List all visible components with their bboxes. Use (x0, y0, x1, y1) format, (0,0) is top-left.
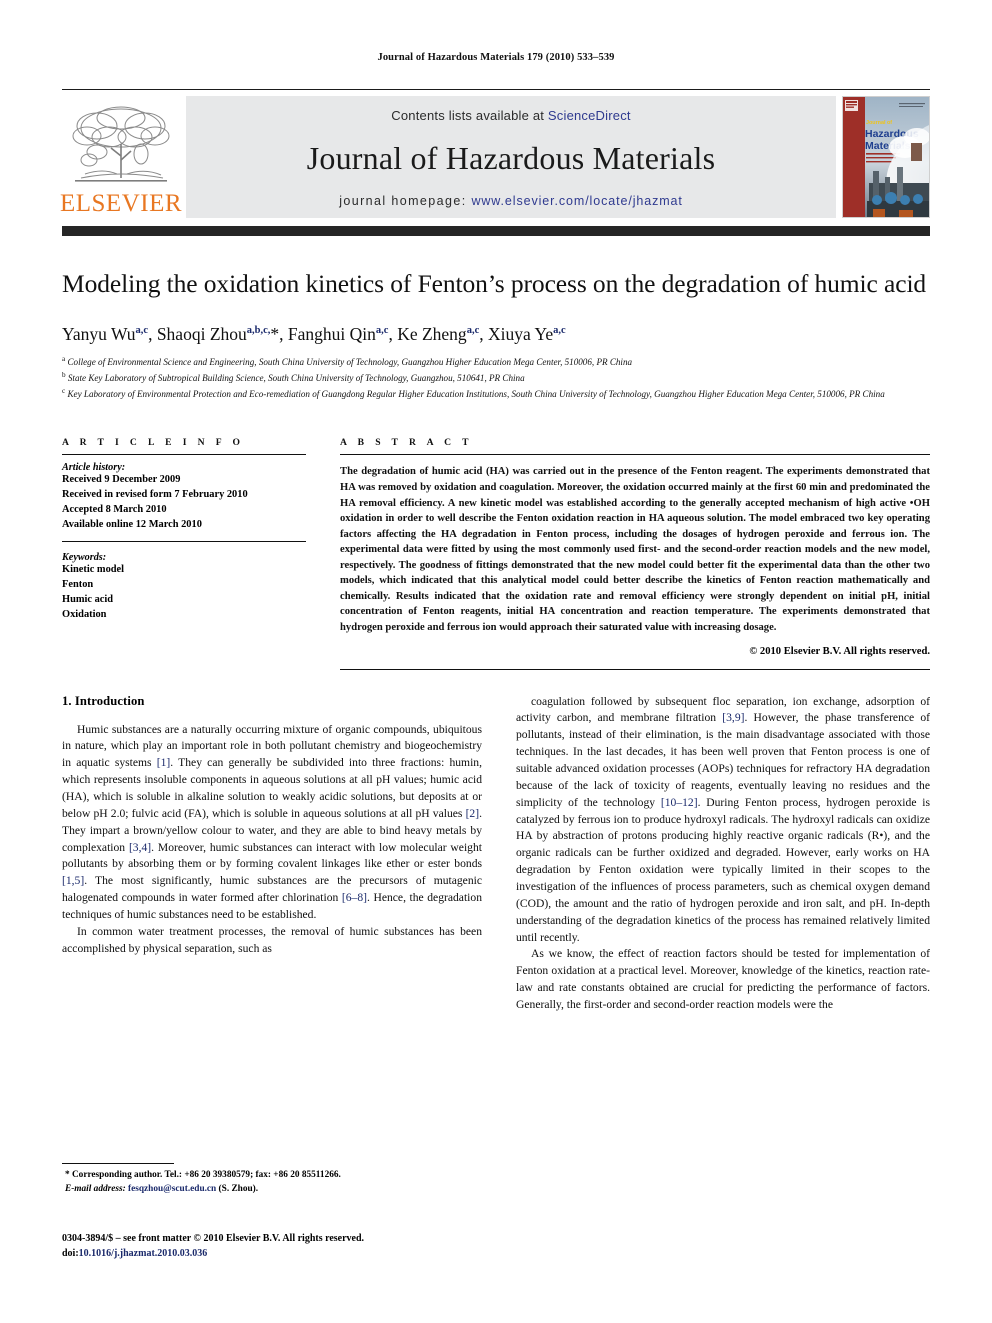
left-paragraphs: Humic substances are a naturally occurri… (62, 722, 482, 958)
homepage-prefix: journal homepage: (339, 194, 472, 208)
affiliation-marker: c (62, 386, 66, 395)
keyword-item: Kinetic model (62, 564, 125, 576)
article-history-line: Received 9 December 2009 (62, 474, 181, 486)
article-info-heading: A R T I C L E I N F O (62, 437, 245, 449)
article-history-lines: Received 9 December 2009 Received in revi… (62, 473, 306, 532)
article-info-rule-top (62, 454, 306, 456)
article-info-column: A R T I C L E I N F O Article history: R… (62, 437, 306, 669)
keywords-block: Keywords: Kinetic model Fenton Humic acid O… (62, 552, 306, 622)
affiliation-line: c Key Laboratory of Environmental Protec… (62, 386, 885, 399)
email-suffix: (S. Zhou). (216, 1184, 259, 1195)
journal-title: Journal of Hazardous Materials (306, 139, 716, 176)
abstract-column: A B S T R A C T The degradation of humic… (340, 437, 930, 670)
keywords-lines: Kinetic model Fenton Humic acid Oxidation (62, 563, 306, 622)
sciencedirect-link[interactable]: ScienceDirect (548, 108, 631, 123)
article-history-label: Article history: (62, 462, 126, 474)
body-paragraph: Humic substances are a naturally occurri… (62, 722, 482, 922)
body-paragraph: In common water treatment processes, the… (62, 924, 482, 955)
keyword-item: Fenton (62, 579, 94, 591)
corresponding-author-asterisk: * (270, 323, 280, 344)
info-abstract-row: A R T I C L E I N F O Article history: R… (62, 437, 930, 670)
body-column-right: coagulation followed by subsequent floc … (516, 694, 930, 1094)
citation-reference[interactable]: [2] (466, 807, 480, 820)
affiliation-marker: a (62, 355, 66, 364)
abstract-rule-bottom (340, 668, 930, 670)
citation-reference[interactable]: [3,4] (129, 841, 151, 854)
author-list: Yanyu Wua,c, Shaoqi Zhoua,b,c,*, Fanghui… (62, 323, 566, 344)
author-name: Shaoqi Zhou (156, 323, 247, 344)
author-affiliation-marker: a,c (375, 324, 389, 336)
affiliation-line: b State Key Laboratory of Subtropical Bu… (62, 371, 525, 384)
corresponding-author-text: * Corresponding author. Tel.: +86 20 393… (65, 1170, 341, 1180)
abstract-heading: A B S T R A C T (340, 437, 473, 449)
keyword-item: Oxidation (62, 608, 107, 620)
author-name: Fanghui Qin (287, 323, 376, 344)
article-history-line: Received in revised form 7 February 2010 (62, 489, 248, 501)
contents-available-line: Contents lists available at ScienceDirec… (391, 108, 630, 123)
article-history-line: Accepted 8 March 2010 (62, 503, 167, 515)
email-link[interactable]: fesqzhou@scut.edu.cn (128, 1184, 216, 1194)
imprint-line: 0304-3894/$ – see front matter © 2010 El… (62, 1233, 365, 1244)
affiliation-marker: b (62, 371, 66, 380)
affiliation-list: a College of Environmental Science and E… (62, 354, 930, 401)
corresponding-author-note: * Corresponding author. Tel.: +86 20 393… (62, 1168, 482, 1182)
svg-text:Journal of: Journal of (866, 120, 892, 126)
contents-prefix: Contents lists available at (391, 108, 548, 123)
body-paragraph: coagulation followed by subsequent floc … (516, 694, 930, 944)
abstract-text: The degradation of humic acid (HA) was c… (340, 466, 930, 634)
author-name: Yanyu Wu (62, 323, 136, 344)
title-block: Modeling the oxidation kinetics of Fento… (62, 268, 930, 401)
section-title-introduction: 1. Introduction (62, 693, 145, 708)
citation-reference[interactable]: [6–8] (342, 891, 367, 904)
article-info-rule-mid (62, 541, 306, 543)
journal-homepage-line: journal homepage: www.elsevier.com/locat… (339, 194, 683, 208)
author-affiliation-marker: a,c (135, 324, 149, 336)
right-paragraphs: coagulation followed by subsequent floc … (516, 694, 930, 1014)
citation-reference[interactable]: [1] (157, 756, 171, 769)
author-name: Xiuya Ye (487, 323, 554, 344)
doi-link[interactable]: 10.1016/j.jhazmat.2010.03.036 (79, 1248, 208, 1259)
abstract-rule-top (340, 454, 930, 456)
keywords-label: Keywords: (62, 552, 107, 564)
article-history-line: Available online 12 March 2010 (62, 518, 202, 530)
citation-reference[interactable]: [3,9] (722, 711, 744, 724)
doi-label: doi: (62, 1248, 79, 1259)
paper-page: Journal of Hazardous Materials 179 (2010… (0, 0, 992, 1323)
abstract-copyright: © 2010 Elsevier B.V. All rights reserved… (749, 645, 930, 657)
email-note: E-mail address: fesqzhou@scut.edu.cn (S.… (62, 1182, 482, 1196)
elsevier-logo: ELSEVIER (59, 96, 183, 218)
author-affiliation-marker: a,c (466, 324, 480, 336)
page-title: Modeling the oxidation kinetics of Fento… (62, 269, 927, 298)
body-paragraph: As we know, the effect of reaction facto… (516, 947, 930, 1012)
footnote-rule (62, 1163, 174, 1164)
journal-cover-thumbnail: Journal of Hazardous Materials (842, 96, 930, 218)
elsevier-tree-icon (72, 106, 170, 182)
citation-reference[interactable]: [10–12] (661, 796, 698, 809)
imprint-block: 0304-3894/$ – see front matter © 2010 El… (62, 1231, 364, 1261)
banner-center-panel: Contents lists available at ScienceDirec… (186, 96, 836, 218)
affiliation-line: a College of Environmental Science and E… (62, 355, 633, 368)
cover-artwork: Journal of Hazardous Materials (843, 97, 929, 217)
journal-banner: ELSEVIER Contents lists available at Sci… (59, 89, 930, 218)
keyword-item: Humic acid (62, 593, 114, 605)
footnote-block: * Corresponding author. Tel.: +86 20 393… (62, 1163, 482, 1197)
author-name: Ke Zheng (397, 323, 467, 344)
header-dark-band (62, 226, 930, 236)
citation-reference[interactable]: [1,5] (62, 874, 84, 887)
running-head: Journal of Hazardous Materials 179 (2010… (377, 52, 615, 63)
doi-line: doi:10.1016/j.jhazmat.2010.03.036 (62, 1246, 364, 1261)
elsevier-wordmark: ELSEVIER (59, 190, 183, 217)
body-columns: 1. Introduction Humic substances are a n… (62, 694, 930, 1094)
author-affiliation-marker: a,c (553, 324, 566, 336)
homepage-url-link[interactable]: www.elsevier.com/locate/jhazmat (471, 194, 682, 208)
body-column-left: 1. Introduction Humic substances are a n… (62, 694, 482, 1094)
author-affiliation-marker: a,b,c, (246, 324, 271, 336)
email-label: E-mail address: (65, 1184, 126, 1195)
